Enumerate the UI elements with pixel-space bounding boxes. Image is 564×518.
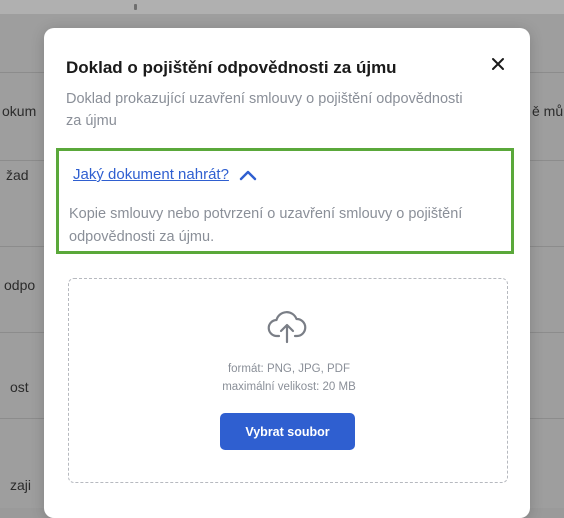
dialog-subtitle: Doklad prokazující uzavření smlouvy o po…	[66, 91, 463, 129]
chevron-up-icon	[239, 170, 257, 180]
background-row-label: okum	[2, 103, 37, 119]
background-top-bar	[0, 0, 564, 14]
background-row-label: žad	[6, 167, 29, 183]
document-help-toggle[interactable]: Jaký dokument nahrát?	[73, 166, 257, 183]
cloud-upload-icon	[267, 311, 307, 344]
background-row-label: zaji	[10, 477, 32, 493]
background-tick	[134, 4, 137, 10]
document-help-text: Kopie smlouvy nebo potvrzení o uzavření …	[69, 206, 463, 245]
close-button[interactable]	[486, 52, 510, 76]
background-row-extra: ě mů	[532, 103, 564, 119]
select-file-button[interactable]: Vybrat soubor	[220, 413, 355, 450]
allowed-formats: formát: PNG, JPG, PDF	[227, 363, 351, 375]
upload-dialog: Doklad o pojištění odpovědnosti za újmu …	[44, 28, 530, 518]
dialog-title: Doklad o pojištění odpovědnosti za újmu	[66, 58, 397, 77]
background-row-label: ost	[10, 379, 29, 395]
document-help-link[interactable]: Jaký dokument nahrát?	[73, 166, 229, 183]
max-file-size: maximální velikost: 20 MB	[222, 381, 356, 393]
document-help-section: Jaký dokument nahrát? Kopie smlouvy nebo…	[56, 148, 514, 254]
close-icon	[492, 58, 504, 70]
file-dropzone[interactable]: formát: PNG, JPG, PDF maximální velikost…	[68, 278, 508, 483]
background-row-label: odpo	[4, 277, 36, 293]
